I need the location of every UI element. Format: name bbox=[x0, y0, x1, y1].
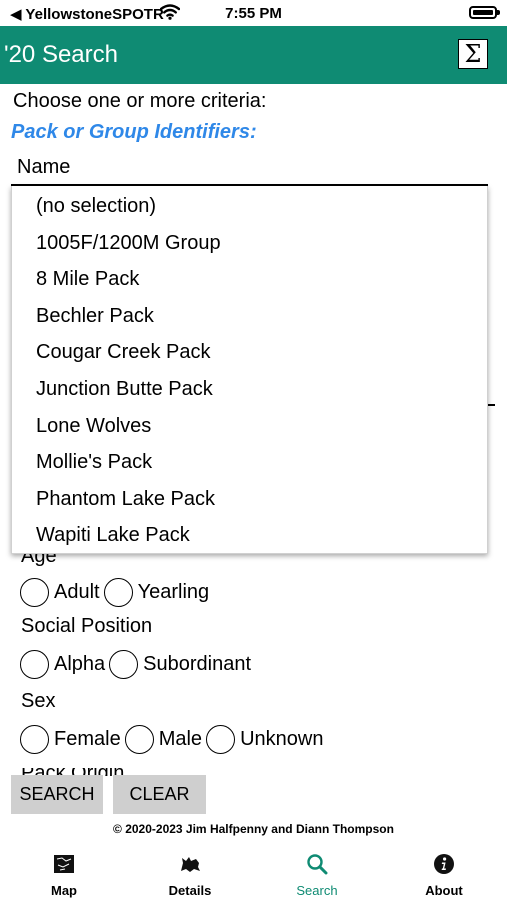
tab-label: Search bbox=[296, 883, 338, 898]
map-icon bbox=[53, 853, 75, 875]
clear-button[interactable]: CLEAR bbox=[113, 775, 206, 814]
tab-bar: Map Details Search About bbox=[0, 845, 507, 900]
radio-label: Male bbox=[158, 727, 203, 750]
radio-button[interactable] bbox=[20, 577, 49, 607]
status-time: 7:55 PM bbox=[225, 5, 282, 22]
radio-button[interactable] bbox=[124, 724, 154, 754]
sex-radio-group: Female Male Unknown bbox=[20, 724, 327, 754]
radio-button[interactable] bbox=[109, 649, 139, 679]
name-dropdown-list[interactable]: (no selection) 1005F/1200M Group 8 Mile … bbox=[11, 186, 488, 554]
radio-option-unknown[interactable]: Unknown bbox=[206, 724, 324, 754]
name-field-label[interactable]: Name bbox=[17, 156, 70, 179]
dropdown-option[interactable]: 8 Mile Pack bbox=[12, 261, 487, 298]
radio-label: Adult bbox=[54, 580, 100, 603]
sex-label: Sex bbox=[21, 690, 56, 712]
radio-button[interactable] bbox=[206, 724, 236, 754]
radio-label: Yearling bbox=[137, 580, 210, 603]
radio-button[interactable] bbox=[20, 649, 49, 679]
radio-option-female[interactable]: Female bbox=[20, 724, 121, 754]
tab-label: Map bbox=[51, 883, 77, 898]
dropdown-option[interactable]: Phantom Lake Pack bbox=[12, 481, 487, 518]
social-position-label: Social Position bbox=[21, 615, 153, 637]
dropdown-option[interactable]: Junction Butte Pack bbox=[12, 371, 487, 408]
search-icon bbox=[306, 853, 328, 875]
copyright-text: © 2020-2023 Jim Halfpenny and Diann Thom… bbox=[113, 822, 394, 836]
tab-about[interactable]: About bbox=[394, 845, 494, 900]
dropdown-option[interactable]: Lone Wolves bbox=[12, 408, 487, 445]
dropdown-option[interactable]: (no selection) bbox=[12, 188, 487, 225]
radio-option-adult[interactable]: Adult bbox=[20, 577, 100, 607]
tab-label: Details bbox=[168, 883, 212, 898]
dropdown-option[interactable]: Bechler Pack bbox=[12, 298, 487, 335]
radio-label: Alpha bbox=[54, 652, 106, 675]
social-position-radio-group: Alpha Subordinant bbox=[20, 649, 255, 679]
field-underline-fragment bbox=[487, 404, 495, 406]
radio-label: Subordinant bbox=[143, 652, 252, 675]
radio-label: Female bbox=[54, 727, 121, 750]
dropdown-option[interactable]: Mollie's Pack bbox=[12, 444, 487, 481]
radio-option-alpha[interactable]: Alpha bbox=[20, 649, 106, 679]
age-radio-group: Adult Yearling bbox=[20, 577, 213, 607]
radio-button[interactable] bbox=[20, 724, 49, 754]
dropdown-option[interactable]: 1005F/1200M Group bbox=[12, 225, 487, 262]
radio-option-subordinant[interactable]: Subordinant bbox=[109, 649, 252, 679]
tab-search[interactable]: Search bbox=[267, 845, 367, 900]
page-title: '20 Search bbox=[4, 41, 118, 68]
app-header: '20 Search Σ bbox=[0, 26, 507, 84]
wolf-icon bbox=[179, 853, 201, 875]
tab-details[interactable]: Details bbox=[140, 845, 240, 900]
radio-option-yearling[interactable]: Yearling bbox=[103, 577, 210, 607]
tab-label: About bbox=[425, 883, 463, 898]
radio-button[interactable] bbox=[103, 577, 133, 607]
section-heading: Pack or Group Identifiers: bbox=[11, 121, 257, 143]
battery-icon bbox=[469, 6, 500, 19]
radio-option-male[interactable]: Male bbox=[124, 724, 203, 754]
dropdown-option[interactable]: Wapiti Lake Pack bbox=[12, 517, 487, 554]
dropdown-option[interactable]: Cougar Creek Pack bbox=[12, 334, 487, 371]
status-bar: ◀ YellowstoneSPOTR 7:55 PM bbox=[0, 0, 507, 26]
radio-label: Unknown bbox=[240, 727, 324, 750]
tab-map[interactable]: Map bbox=[14, 845, 114, 900]
intro-text: Choose one or more criteria: bbox=[13, 90, 267, 112]
info-icon bbox=[433, 853, 455, 875]
search-button[interactable]: SEARCH bbox=[11, 775, 103, 814]
summary-button[interactable]: Σ bbox=[458, 39, 488, 69]
